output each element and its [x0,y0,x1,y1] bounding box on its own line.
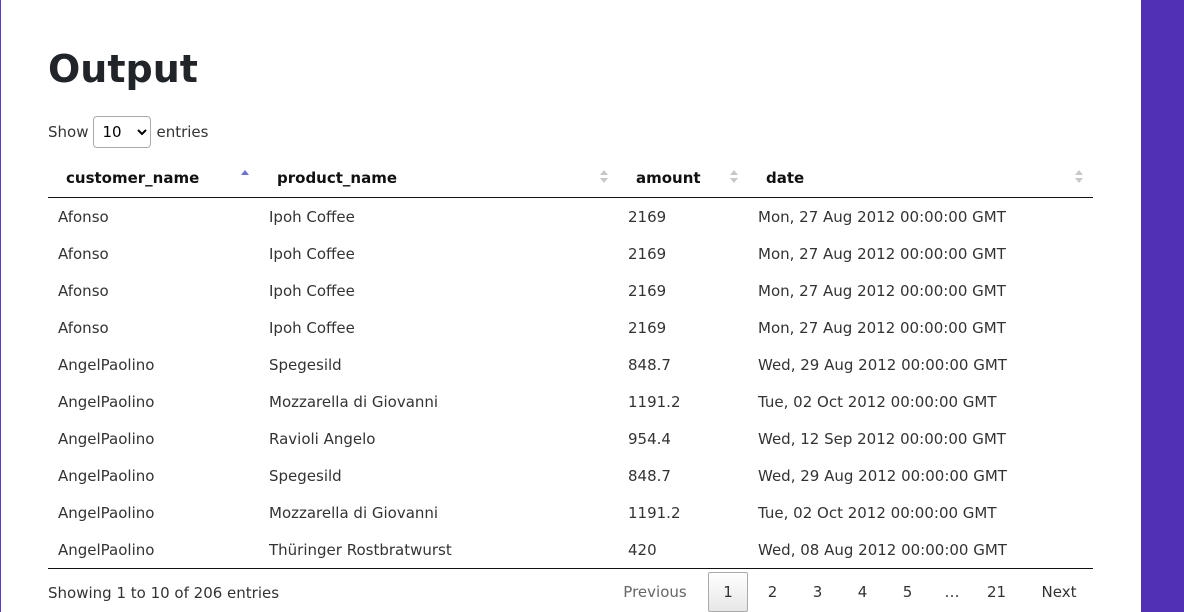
table-row: AngelPaolino Mozzarella di Giovanni 1191… [48,383,1093,420]
cell-date: Mon, 27 Aug 2012 00:00:00 GMT [758,244,1006,263]
column-header-date[interactable]: date [748,158,1093,198]
pagination-page-2[interactable]: 2 [750,572,795,612]
table-row: Afonso Ipoh Coffee 2169 Mon, 27 Aug 2012… [48,309,1093,346]
pagination-previous-button[interactable]: Previous [604,572,706,612]
data-table: customer_name product_name amount date A… [48,158,1093,569]
cell-amount: 1191.2 [628,392,681,411]
cell-date: Tue, 02 Oct 2012 00:00:00 GMT [758,392,997,411]
pagination-ellipsis: … [944,583,960,601]
cell-date: Tue, 02 Oct 2012 00:00:00 GMT [758,503,997,522]
cell-customer-name: AngelPaolino [58,355,155,374]
column-header-product-name[interactable]: product_name [259,158,618,198]
cell-amount: 420 [618,531,748,569]
sort-ascending-icon [241,170,249,184]
cell-product-name: Ipoh Coffee [269,318,355,337]
table-row: Afonso Ipoh Coffee 2169 Mon, 27 Aug 2012… [48,235,1093,272]
sort-both-icon [730,170,738,184]
sort-both-icon [600,170,608,184]
cell-customer-name: Afonso [58,318,109,337]
cell-amount: 2169 [628,207,667,226]
right-accent-bar [1141,0,1184,612]
cell-product-name: Mozzarella di Giovanni [269,392,439,411]
cell-customer-name: AngelPaolino [58,392,155,411]
cell-customer-name: AngelPaolino [58,429,155,448]
cell-amount: 848.7 [628,355,671,374]
cell-amount: 2169 [628,244,667,263]
table-row: AngelPaolino Ravioli Angelo 954.4 Wed, 1… [48,420,1093,457]
page-title: Output [48,47,198,91]
cell-product-name: Thüringer Rostbratwurst [259,531,618,569]
cell-date: Wed, 08 Aug 2012 00:00:00 GMT [748,531,1093,569]
pagination-page-5[interactable]: 5 [885,572,930,612]
pagination-page-last[interactable]: 21 [974,572,1019,612]
pagination-page-3[interactable]: 3 [795,572,840,612]
window-left-border [0,0,1,612]
table-row: AngelPaolino Spegesild 848.7 Wed, 29 Aug… [48,346,1093,383]
cell-product-name: Ipoh Coffee [269,244,355,263]
cell-date: Mon, 27 Aug 2012 00:00:00 GMT [758,207,1006,226]
table-row: AngelPaolino Mozzarella di Giovanni 1191… [48,494,1093,531]
entries-per-page-select[interactable]: 10 [93,116,152,148]
cell-amount: 2169 [628,281,667,300]
cell-date: Wed, 12 Sep 2012 00:00:00 GMT [758,429,1006,448]
cell-customer-name: AngelPaolino [58,503,155,522]
table-info: Showing 1 to 10 of 206 entries [48,584,280,602]
column-header-customer-name[interactable]: customer_name [48,158,259,198]
pagination-page-4[interactable]: 4 [840,572,885,612]
cell-product-name: Ipoh Coffee [269,207,355,226]
cell-product-name: Spegesild [269,355,342,374]
cell-customer-name: Afonso [58,244,109,263]
length-label-entries: entries [156,123,209,141]
table-row: Afonso Ipoh Coffee 2169 Mon, 27 Aug 2012… [48,198,1093,236]
cell-amount: 2169 [628,318,667,337]
cell-date: Wed, 29 Aug 2012 00:00:00 GMT [758,466,1007,485]
entries-length-control: Show 10 entries [48,116,208,148]
cell-product-name: Ravioli Angelo [269,429,376,448]
pagination: Previous 1 2 3 4 5 … 21 Next [604,572,1099,612]
cell-customer-name: Afonso [58,207,109,226]
pagination-page-1[interactable]: 1 [708,572,748,612]
cell-amount: 1191.2 [628,503,681,522]
cell-customer-name: AngelPaolino [58,466,155,485]
cell-customer-name: AngelPaolino [48,531,259,569]
sort-both-icon [1075,170,1083,184]
cell-product-name: Mozzarella di Giovanni [269,503,439,522]
cell-date: Mon, 27 Aug 2012 00:00:00 GMT [758,318,1006,337]
pagination-next-button[interactable]: Next [1019,572,1099,612]
column-header-amount[interactable]: amount [618,158,748,198]
cell-product-name: Ipoh Coffee [269,281,355,300]
cell-amount: 848.7 [628,466,671,485]
cell-customer-name: Afonso [58,281,109,300]
table-row: AngelPaolino Thüringer Rostbratwurst 420… [48,531,1093,569]
table-row: AngelPaolino Spegesild 848.7 Wed, 29 Aug… [48,457,1093,494]
length-label-show: Show [48,123,89,141]
cell-date: Mon, 27 Aug 2012 00:00:00 GMT [758,281,1006,300]
cell-amount: 954.4 [628,429,671,448]
table-header-row: customer_name product_name amount date [48,158,1093,198]
table-row: Afonso Ipoh Coffee 2169 Mon, 27 Aug 2012… [48,272,1093,309]
cell-product-name: Spegesild [269,466,342,485]
cell-date: Wed, 29 Aug 2012 00:00:00 GMT [758,355,1007,374]
